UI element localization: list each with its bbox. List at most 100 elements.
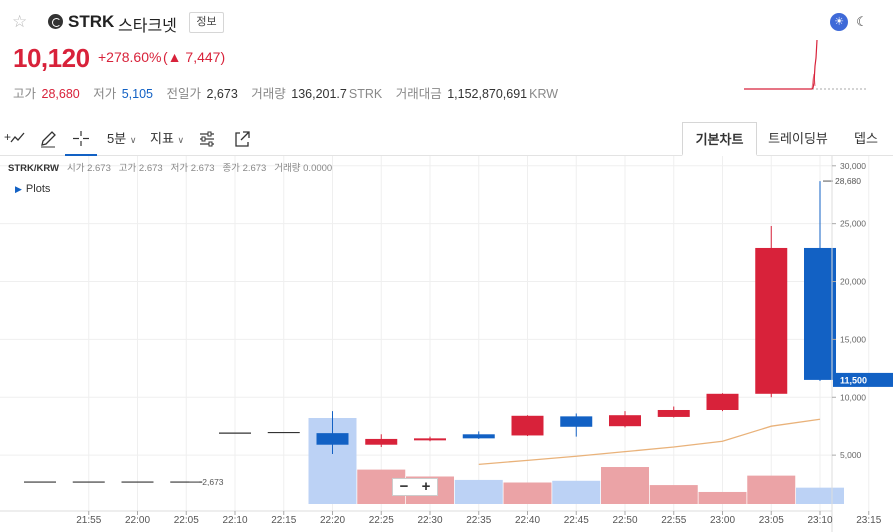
tab-basic-chart[interactable]: 기본차트 xyxy=(682,122,757,156)
legend-close: 2.673 xyxy=(242,163,267,174)
high-label: 고가 xyxy=(13,87,37,101)
candle-body xyxy=(365,438,398,445)
x-tick-label: 22:35 xyxy=(466,515,491,526)
candle-body xyxy=(755,247,788,394)
low-value: 5,105 xyxy=(121,87,153,101)
y-tick-label: 10,000 xyxy=(840,392,866,402)
x-tick-label: 22:40 xyxy=(515,515,540,526)
legend-pair: STRK/KRW xyxy=(8,163,60,174)
y-tick-label: 20,000 xyxy=(840,277,866,287)
ticker-header: ☆ STRK 스타크넷 정보 10,120 +278.60% (▲ 7,447)… xyxy=(0,0,893,122)
volume-bar xyxy=(601,467,649,504)
legend-low: 2.673 xyxy=(190,163,215,174)
x-tick-label: 23:05 xyxy=(759,515,784,526)
legend-open-label: 시가 xyxy=(66,163,85,174)
y-tick-label: 30,000 xyxy=(840,161,866,171)
volume-value: 136,201.7 xyxy=(291,87,347,101)
amount-value: 1,152,870,691 xyxy=(447,87,528,101)
candle-body xyxy=(804,247,836,380)
zoom-out-button[interactable]: − xyxy=(393,479,415,495)
up-arrow-icon: ▲ xyxy=(167,49,182,65)
chart-toolbar: + 5분 ∨ 지표 ∨ 기본차트 트레이딩뷰 뎁스 xyxy=(0,122,893,156)
candle-body xyxy=(462,434,495,439)
coin-name: 스타크넷 xyxy=(118,18,177,35)
interval-select[interactable]: 5분 ∨ xyxy=(107,122,136,156)
price-stats: 고가 28,680 저가 5,105 전일가 2,673 거래량 136,201… xyxy=(13,83,560,102)
x-tick-label: 22:15 xyxy=(271,515,296,526)
candle-body xyxy=(706,393,739,410)
legend-volume: 0.0000 xyxy=(303,163,333,174)
indicator-add-icon[interactable]: + xyxy=(4,122,28,156)
y-tick-label: 15,000 xyxy=(840,334,866,344)
legend-high-label: 고가 xyxy=(118,163,137,174)
x-tick-label: 22:00 xyxy=(125,515,150,526)
prev-close-value: 2,673 xyxy=(206,87,238,101)
volume-bar xyxy=(698,491,747,504)
legend-open: 2.673 xyxy=(87,163,111,174)
coin-symbol: STRK xyxy=(68,12,115,31)
x-tick-label: 22:20 xyxy=(320,515,345,526)
svg-text:+: + xyxy=(4,130,11,144)
x-tick-label: 22:30 xyxy=(417,515,442,526)
x-tick-label: 23:15 xyxy=(856,515,881,526)
legend-close-label: 종가 xyxy=(222,163,240,174)
plots-label: Plots xyxy=(25,183,51,195)
x-tick-label: 22:05 xyxy=(174,515,199,526)
change-value: (▲ 7,447) xyxy=(163,49,226,65)
chevron-down-icon: ∨ xyxy=(129,135,137,145)
y-tick-label: 5,000 xyxy=(840,450,862,460)
sun-icon[interactable]: ☀ xyxy=(830,13,848,31)
indicators-select[interactable]: 지표 ∨ xyxy=(150,122,184,156)
ohlc-legend: STRK/KRW 시가 2.673 고가 2.673 저가 2.673 종가 2… xyxy=(8,160,332,174)
legend-volume-label: 거래량 xyxy=(274,163,301,174)
triangle-right-icon: ▶ xyxy=(15,184,22,194)
candle-body xyxy=(657,409,690,417)
crosshair-icon[interactable] xyxy=(65,122,97,156)
volume-bar xyxy=(649,485,698,504)
pencil-icon[interactable] xyxy=(38,122,58,156)
settings-sliders-icon[interactable] xyxy=(197,122,217,156)
high-marker-label: 28,680 xyxy=(835,176,861,186)
chevron-down-icon: ∨ xyxy=(177,135,185,145)
volume-bar xyxy=(503,482,552,504)
favorite-star-icon[interactable]: ☆ xyxy=(12,13,27,31)
tab-depth[interactable]: 뎁스 xyxy=(846,122,886,156)
zoom-controls: − + xyxy=(392,478,438,496)
x-tick-label: 21:55 xyxy=(76,515,101,526)
current-price: 10,120 xyxy=(13,43,90,73)
x-tick-label: 23:00 xyxy=(710,515,735,526)
current-price-badge-label: 11,500 xyxy=(840,375,867,385)
popout-icon[interactable] xyxy=(233,122,251,156)
change-amount: 7,447 xyxy=(185,49,221,65)
high-value: 28,680 xyxy=(41,87,80,101)
x-tick-label: 22:45 xyxy=(564,515,589,526)
plots-toggle[interactable]: ▶ Plots xyxy=(15,183,50,195)
candle-body xyxy=(316,433,349,445)
mini-price-chart xyxy=(744,39,868,90)
moon-icon[interactable]: ☾ xyxy=(853,13,871,31)
info-button[interactable]: 정보 xyxy=(189,12,224,33)
volume-bar xyxy=(454,479,503,504)
legend-high: 2.673 xyxy=(138,163,163,174)
coin-logo-icon xyxy=(48,14,63,29)
candle-body xyxy=(414,438,446,441)
mini-price-line xyxy=(744,39,818,90)
candle-body xyxy=(560,416,593,427)
candlestick-chart[interactable]: 28,680 2,673 5,000 10,000 15,000 20,000 25,000… xyxy=(0,156,893,532)
volume-bar xyxy=(552,480,601,504)
x-tick-label: 22:10 xyxy=(222,515,247,526)
change-rate: +278.60% xyxy=(98,49,162,65)
y-tick-label: 25,000 xyxy=(840,219,866,229)
volume-bar xyxy=(747,475,796,504)
volume-bar xyxy=(796,487,844,504)
candle-body xyxy=(511,415,544,436)
volume-unit: STRK xyxy=(348,87,383,101)
zoom-in-button[interactable]: + xyxy=(415,479,437,495)
theme-toggle[interactable]: ☀ ☾ xyxy=(828,12,872,32)
low-label: 저가 xyxy=(93,87,117,101)
x-tick-label: 22:50 xyxy=(612,515,637,526)
indicators-label: 지표 xyxy=(150,131,174,146)
x-tick-label: 22:55 xyxy=(661,515,686,526)
interval-label: 5분 xyxy=(107,131,127,146)
tab-tradingview[interactable]: 트레이딩뷰 xyxy=(762,122,834,156)
